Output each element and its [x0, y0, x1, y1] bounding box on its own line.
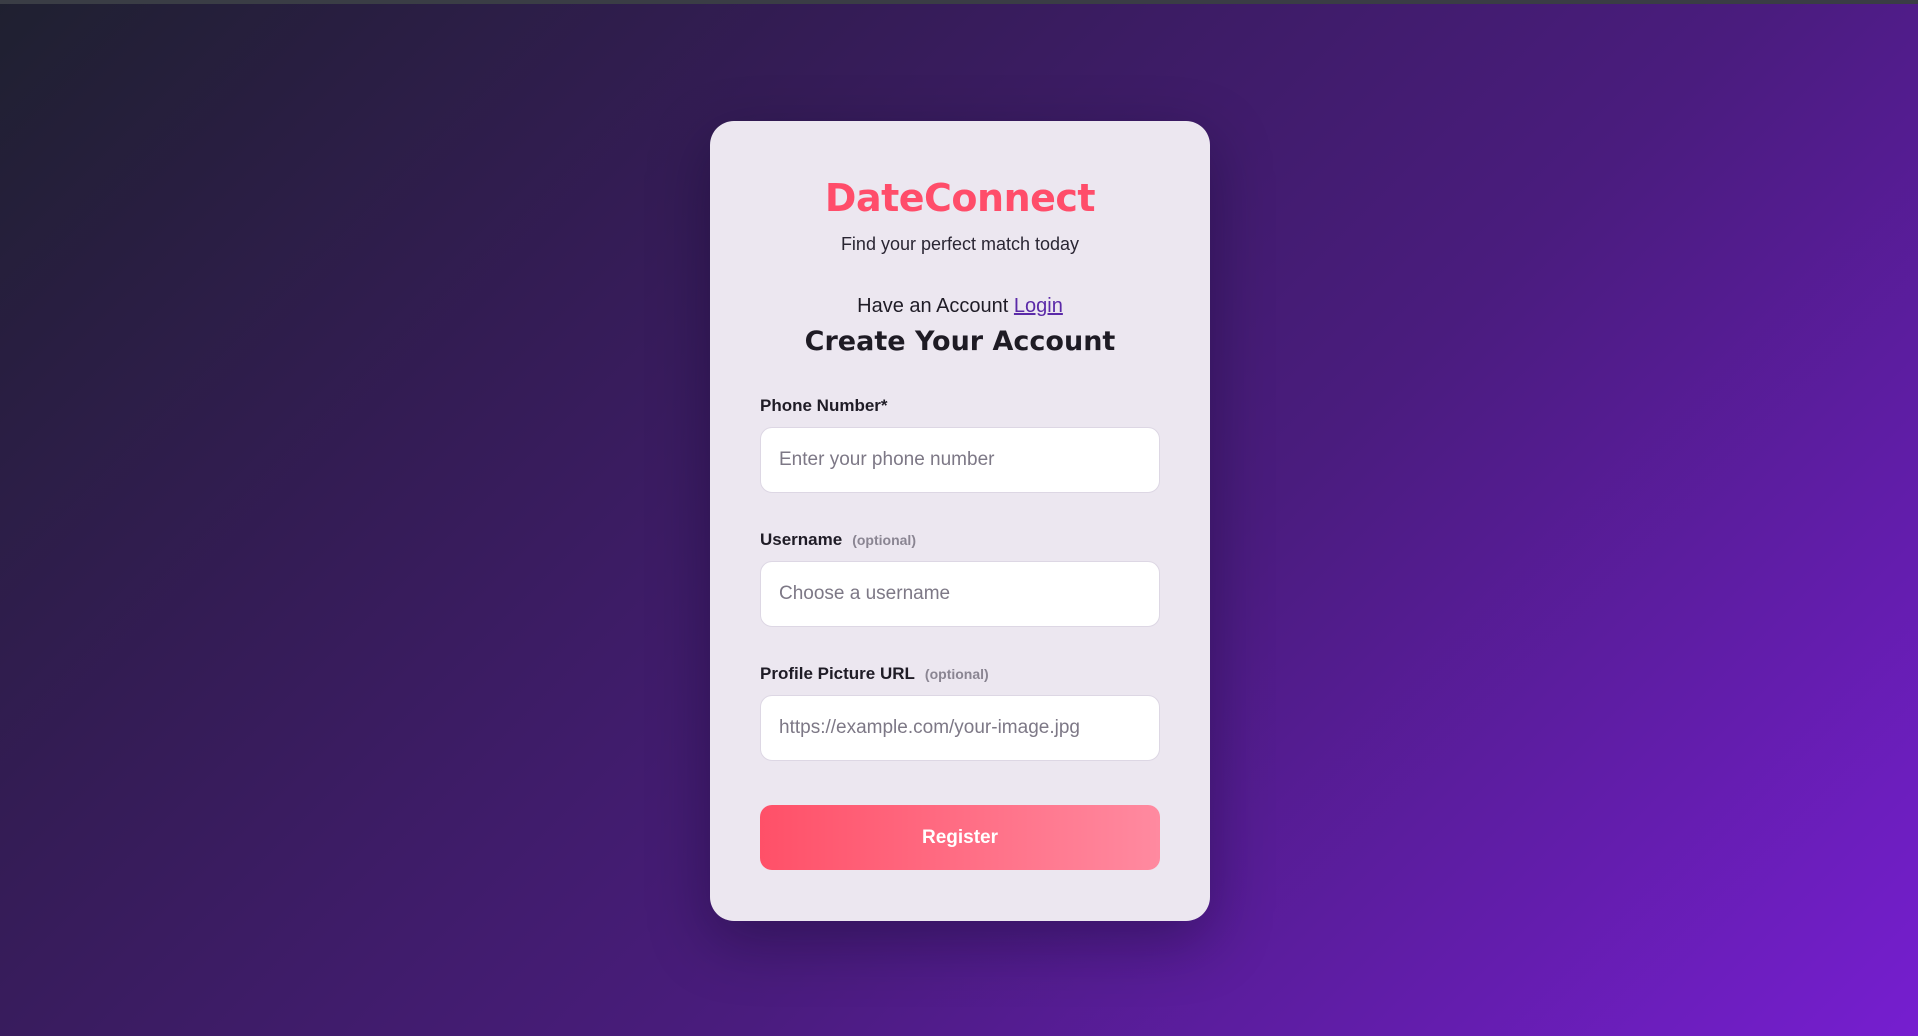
username-label-row: Username (optional) [760, 529, 1160, 551]
phone-label: Phone Number* [760, 396, 888, 415]
profile-picture-label: Profile Picture URL [760, 664, 915, 683]
username-input[interactable] [760, 561, 1160, 627]
have-account-text: Have an Account [857, 295, 1009, 317]
form-heading: Create Your Account [804, 326, 1116, 357]
login-link[interactable]: Login [1014, 295, 1063, 317]
window-top-border [0, 0, 1918, 4]
register-button[interactable]: Register [760, 805, 1160, 870]
phone-field-group: Phone Number* [760, 395, 1160, 493]
profile-picture-field-group: Profile Picture URL (optional) [760, 663, 1160, 761]
phone-label-row: Phone Number* [760, 395, 1160, 417]
username-label: Username [760, 530, 843, 549]
registration-form: Phone Number* Username (optional) Profil… [760, 395, 1160, 870]
profile-picture-url-input[interactable] [760, 695, 1160, 761]
have-account-line: Have an Account Login [760, 293, 1160, 319]
brand-tagline: Find your perfect match today [840, 234, 1080, 254]
profile-picture-label-row: Profile Picture URL (optional) [760, 663, 1160, 685]
username-optional-hint: (optional) [852, 532, 916, 548]
phone-number-input[interactable] [760, 427, 1160, 493]
username-field-group: Username (optional) [760, 529, 1160, 627]
profile-picture-optional-hint: (optional) [924, 666, 989, 682]
brand-logo-text: DateConnect [824, 176, 1096, 220]
registration-card: DateConnect Find your perfect match toda… [710, 121, 1210, 921]
